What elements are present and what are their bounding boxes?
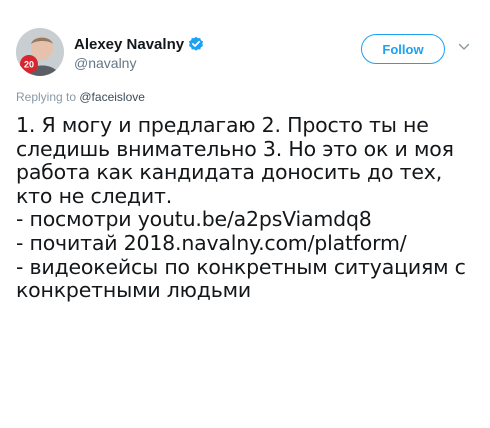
tweet-card: 20 Alexey Navalny @navalny Follow Replyi…	[0, 0, 490, 428]
tweet-header: 20 Alexey Navalny @navalny Follow	[16, 28, 476, 78]
avatar-badge-text: 20	[24, 60, 34, 70]
reply-mention-link[interactable]: @faceislove	[79, 90, 145, 104]
tweet-line-youtube-link[interactable]: - посмотри youtu.be/a2psViamdq8	[16, 208, 478, 232]
follow-button[interactable]: Follow	[361, 34, 445, 64]
tweet-line: 1. Я могу и предлагаю 2. Просто ты не	[16, 113, 429, 137]
author-handle[interactable]: @navalny	[74, 55, 204, 71]
verified-badge-icon	[188, 36, 204, 52]
tweet-line: - видеокейсы по конкретным ситуациям с	[16, 254, 466, 279]
replying-to-prefix: Replying to	[16, 90, 80, 104]
avatar[interactable]: 20	[16, 28, 64, 76]
display-name[interactable]: Alexey Navalny	[74, 36, 184, 53]
replying-to: Replying to @faceislove	[16, 90, 145, 104]
avatar-image: 20	[16, 28, 64, 76]
display-name-row: Alexey Navalny	[74, 34, 204, 54]
tweet-line: кто не следит.	[16, 183, 173, 208]
tweet-line: конкретными людьми	[16, 278, 251, 303]
author-names: Alexey Navalny @navalny	[74, 34, 204, 71]
chevron-down-icon[interactable]	[458, 40, 470, 52]
tweet-text: 1. Я могу и предлагаю 2. Просто ты не сл…	[16, 113, 478, 303]
tweet-line: следишь внимательно 3. Но это ок и моя	[16, 136, 454, 161]
tweet-line-platform-link[interactable]: - почитай 2018.navalny.com/platform/	[16, 231, 478, 256]
tweet-line: работа как кандидата доносить до тех,	[16, 160, 443, 185]
